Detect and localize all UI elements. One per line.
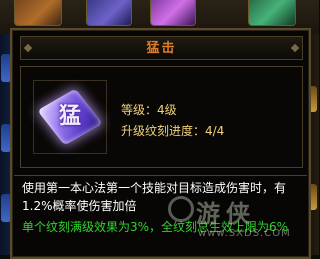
bg-item-slot-icon[interactable] [248, 0, 296, 26]
circle-logo-icon [168, 196, 194, 222]
ornament-icon [290, 43, 300, 53]
skill-title: 猛击 [146, 41, 177, 56]
watermark-url: www.SXDS.COM [198, 228, 291, 239]
bg-item-slot-icon[interactable] [150, 0, 196, 26]
bg-item-slot-icon[interactable] [86, 0, 132, 26]
ornament-icon [23, 43, 33, 53]
engrave-progress: 升级纹刻进度：4/4 [121, 124, 225, 138]
watermark-site-name: 游侠 [196, 200, 256, 228]
site-watermark: 游侠 www.SXDS.COM [168, 190, 308, 246]
skill-level: 等级：4级 [121, 103, 177, 117]
skill-glyph: 猛 [58, 104, 81, 129]
tooltip-title-bar: 猛击 [20, 36, 303, 60]
skill-icon: 猛 [33, 80, 107, 154]
skill-info-box: 猛 等级：4级 升级纹刻进度：4/4 [20, 66, 303, 168]
bg-item-slot-icon[interactable] [14, 0, 62, 26]
